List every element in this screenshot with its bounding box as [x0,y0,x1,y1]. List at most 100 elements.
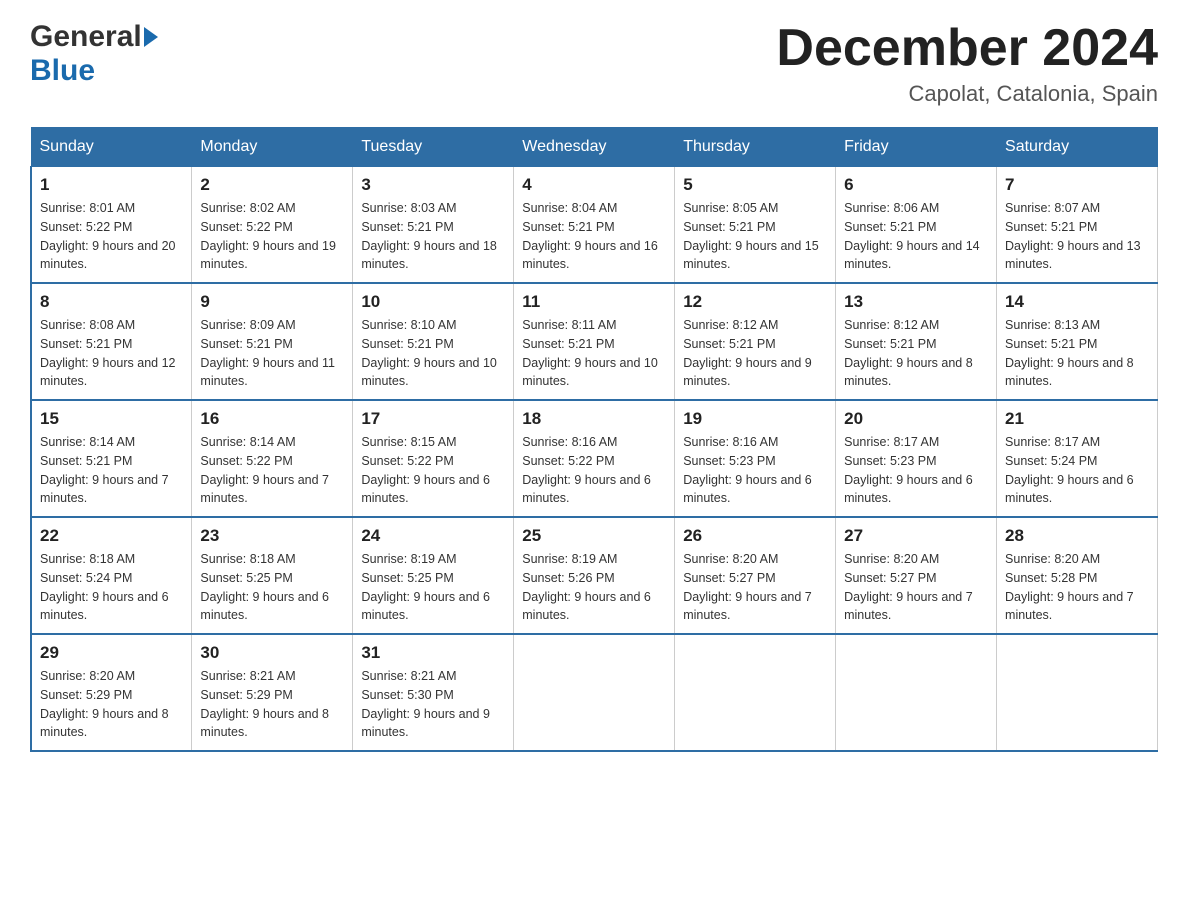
table-row: 28 Sunrise: 8:20 AMSunset: 5:28 PMDaylig… [997,517,1158,634]
day-number: 12 [683,292,827,312]
logo-blue-text: Blue [30,54,95,87]
day-number: 13 [844,292,988,312]
table-row: 13 Sunrise: 8:12 AMSunset: 5:21 PMDaylig… [836,283,997,400]
day-number: 18 [522,409,666,429]
day-number: 20 [844,409,988,429]
day-info: Sunrise: 8:18 AMSunset: 5:24 PMDaylight:… [40,550,183,625]
day-number: 9 [200,292,344,312]
day-number: 2 [200,175,344,195]
month-year-title: December 2024 [776,20,1158,77]
day-info: Sunrise: 8:09 AMSunset: 5:21 PMDaylight:… [200,316,344,391]
location-subtitle: Capolat, Catalonia, Spain [776,81,1158,107]
table-row: 19 Sunrise: 8:16 AMSunset: 5:23 PMDaylig… [675,400,836,517]
day-info: Sunrise: 8:16 AMSunset: 5:22 PMDaylight:… [522,433,666,508]
day-number: 15 [40,409,183,429]
table-row: 22 Sunrise: 8:18 AMSunset: 5:24 PMDaylig… [31,517,192,634]
day-number: 17 [361,409,505,429]
table-row: 6 Sunrise: 8:06 AMSunset: 5:21 PMDayligh… [836,167,997,284]
day-info: Sunrise: 8:21 AMSunset: 5:29 PMDaylight:… [200,667,344,742]
day-info: Sunrise: 8:01 AMSunset: 5:22 PMDaylight:… [40,199,183,274]
day-number: 8 [40,292,183,312]
table-row: 8 Sunrise: 8:08 AMSunset: 5:21 PMDayligh… [31,283,192,400]
table-row [997,634,1158,751]
day-number: 25 [522,526,666,546]
calendar-week-row: 29 Sunrise: 8:20 AMSunset: 5:29 PMDaylig… [31,634,1158,751]
table-row [514,634,675,751]
day-info: Sunrise: 8:16 AMSunset: 5:23 PMDaylight:… [683,433,827,508]
table-row: 27 Sunrise: 8:20 AMSunset: 5:27 PMDaylig… [836,517,997,634]
col-wednesday: Wednesday [514,128,675,167]
day-number: 1 [40,175,183,195]
day-info: Sunrise: 8:19 AMSunset: 5:25 PMDaylight:… [361,550,505,625]
table-row: 23 Sunrise: 8:18 AMSunset: 5:25 PMDaylig… [192,517,353,634]
day-info: Sunrise: 8:21 AMSunset: 5:30 PMDaylight:… [361,667,505,742]
day-info: Sunrise: 8:20 AMSunset: 5:27 PMDaylight:… [683,550,827,625]
day-info: Sunrise: 8:17 AMSunset: 5:23 PMDaylight:… [844,433,988,508]
table-row: 25 Sunrise: 8:19 AMSunset: 5:26 PMDaylig… [514,517,675,634]
day-info: Sunrise: 8:18 AMSunset: 5:25 PMDaylight:… [200,550,344,625]
day-info: Sunrise: 8:10 AMSunset: 5:21 PMDaylight:… [361,316,505,391]
day-number: 24 [361,526,505,546]
day-info: Sunrise: 8:13 AMSunset: 5:21 PMDaylight:… [1005,316,1149,391]
table-row: 9 Sunrise: 8:09 AMSunset: 5:21 PMDayligh… [192,283,353,400]
day-info: Sunrise: 8:06 AMSunset: 5:21 PMDaylight:… [844,199,988,274]
page-header: General Blue December 2024 Capolat, Cata… [30,20,1158,107]
day-info: Sunrise: 8:11 AMSunset: 5:21 PMDaylight:… [522,316,666,391]
table-row [836,634,997,751]
day-info: Sunrise: 8:07 AMSunset: 5:21 PMDaylight:… [1005,199,1149,274]
day-number: 28 [1005,526,1149,546]
day-number: 26 [683,526,827,546]
calendar-week-row: 15 Sunrise: 8:14 AMSunset: 5:21 PMDaylig… [31,400,1158,517]
logo-triangle-icon [144,27,158,47]
table-row: 30 Sunrise: 8:21 AMSunset: 5:29 PMDaylig… [192,634,353,751]
day-info: Sunrise: 8:08 AMSunset: 5:21 PMDaylight:… [40,316,183,391]
day-info: Sunrise: 8:14 AMSunset: 5:22 PMDaylight:… [200,433,344,508]
day-number: 22 [40,526,183,546]
day-info: Sunrise: 8:12 AMSunset: 5:21 PMDaylight:… [683,316,827,391]
table-row: 24 Sunrise: 8:19 AMSunset: 5:25 PMDaylig… [353,517,514,634]
table-row: 5 Sunrise: 8:05 AMSunset: 5:21 PMDayligh… [675,167,836,284]
logo-general-text: General [30,20,142,54]
table-row: 7 Sunrise: 8:07 AMSunset: 5:21 PMDayligh… [997,167,1158,284]
day-number: 3 [361,175,505,195]
day-number: 30 [200,643,344,663]
table-row: 15 Sunrise: 8:14 AMSunset: 5:21 PMDaylig… [31,400,192,517]
day-info: Sunrise: 8:20 AMSunset: 5:28 PMDaylight:… [1005,550,1149,625]
day-info: Sunrise: 8:12 AMSunset: 5:21 PMDaylight:… [844,316,988,391]
table-row: 31 Sunrise: 8:21 AMSunset: 5:30 PMDaylig… [353,634,514,751]
calendar-table: Sunday Monday Tuesday Wednesday Thursday… [30,127,1158,752]
day-number: 4 [522,175,666,195]
table-row [675,634,836,751]
day-number: 29 [40,643,183,663]
day-number: 31 [361,643,505,663]
day-number: 10 [361,292,505,312]
table-row: 4 Sunrise: 8:04 AMSunset: 5:21 PMDayligh… [514,167,675,284]
table-row: 21 Sunrise: 8:17 AMSunset: 5:24 PMDaylig… [997,400,1158,517]
day-info: Sunrise: 8:20 AMSunset: 5:29 PMDaylight:… [40,667,183,742]
day-number: 14 [1005,292,1149,312]
day-number: 23 [200,526,344,546]
day-number: 27 [844,526,988,546]
col-sunday: Sunday [31,128,192,167]
day-info: Sunrise: 8:04 AMSunset: 5:21 PMDaylight:… [522,199,666,274]
col-tuesday: Tuesday [353,128,514,167]
calendar-week-row: 1 Sunrise: 8:01 AMSunset: 5:22 PMDayligh… [31,167,1158,284]
logo: General Blue [30,20,160,88]
day-number: 16 [200,409,344,429]
day-info: Sunrise: 8:14 AMSunset: 5:21 PMDaylight:… [40,433,183,508]
calendar-header-row: Sunday Monday Tuesday Wednesday Thursday… [31,128,1158,167]
day-info: Sunrise: 8:15 AMSunset: 5:22 PMDaylight:… [361,433,505,508]
table-row: 3 Sunrise: 8:03 AMSunset: 5:21 PMDayligh… [353,167,514,284]
day-number: 7 [1005,175,1149,195]
col-friday: Friday [836,128,997,167]
table-row: 16 Sunrise: 8:14 AMSunset: 5:22 PMDaylig… [192,400,353,517]
day-info: Sunrise: 8:17 AMSunset: 5:24 PMDaylight:… [1005,433,1149,508]
day-info: Sunrise: 8:19 AMSunset: 5:26 PMDaylight:… [522,550,666,625]
table-row: 1 Sunrise: 8:01 AMSunset: 5:22 PMDayligh… [31,167,192,284]
title-section: December 2024 Capolat, Catalonia, Spain [776,20,1158,107]
day-info: Sunrise: 8:20 AMSunset: 5:27 PMDaylight:… [844,550,988,625]
calendar-week-row: 22 Sunrise: 8:18 AMSunset: 5:24 PMDaylig… [31,517,1158,634]
table-row: 10 Sunrise: 8:10 AMSunset: 5:21 PMDaylig… [353,283,514,400]
day-number: 21 [1005,409,1149,429]
table-row: 18 Sunrise: 8:16 AMSunset: 5:22 PMDaylig… [514,400,675,517]
